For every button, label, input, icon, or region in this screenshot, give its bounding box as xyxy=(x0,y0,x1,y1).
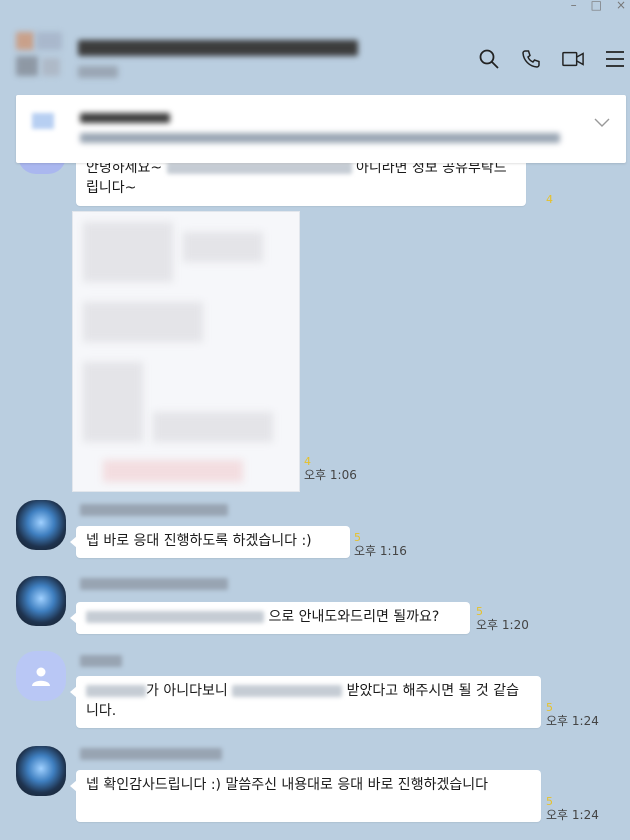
close-button[interactable]: × xyxy=(616,0,626,14)
video-icon[interactable] xyxy=(562,48,584,70)
message-meta: 5 오후 1:20 xyxy=(476,605,529,633)
sender-name xyxy=(80,504,228,516)
phone-icon[interactable] xyxy=(520,48,542,70)
sender-name xyxy=(80,578,228,590)
member-count xyxy=(78,66,118,78)
message-bubble[interactable]: 안녕하세요~ 아니라면 정보 공유부탁드립니다~ xyxy=(76,156,526,206)
person-icon xyxy=(32,667,50,686)
avatar[interactable] xyxy=(16,651,66,701)
message-meta: 4 오후 1:06 xyxy=(304,455,357,483)
notice-icon xyxy=(32,113,54,129)
notice-text xyxy=(80,133,560,143)
menu-icon[interactable] xyxy=(604,48,626,70)
avatar[interactable] xyxy=(16,746,66,796)
minimize-button[interactable]: – xyxy=(571,0,577,14)
search-icon[interactable] xyxy=(478,48,500,70)
message-bubble[interactable]: 가 아니다보니 받았다고 해주시면 될 것 같습니다. xyxy=(70,676,541,728)
group-avatar[interactable] xyxy=(12,30,68,84)
chat-header xyxy=(0,14,630,94)
window-controls: – □ × xyxy=(571,0,630,14)
avatar[interactable] xyxy=(16,500,66,550)
chat-title xyxy=(78,40,358,56)
message-meta: 5 오후 1:24 xyxy=(546,701,599,729)
notice-title xyxy=(80,113,170,123)
notice-banner[interactable] xyxy=(16,95,626,163)
sender-name xyxy=(80,655,122,667)
unread-count: 4 xyxy=(546,193,553,206)
avatar[interactable] xyxy=(16,576,66,626)
message-meta: 5 오후 1:16 xyxy=(354,531,407,559)
maximize-button[interactable]: □ xyxy=(591,0,602,14)
message-bubble[interactable]: 으로 안내도와드리면 될까요? xyxy=(70,602,470,634)
message-meta: 5 오후 1:24 xyxy=(546,795,599,823)
sender-name xyxy=(80,748,222,760)
chevron-down-icon[interactable] xyxy=(594,113,610,132)
message-bubble[interactable]: 넵 확인감사드립니다 :) 말씀주신 내용대로 응대 바로 진행하겠습니다 xyxy=(70,770,541,822)
image-attachment[interactable] xyxy=(72,211,300,492)
message-bubble[interactable]: 넵 바로 응대 진행하도록 하겠습니다 :) xyxy=(70,526,350,558)
